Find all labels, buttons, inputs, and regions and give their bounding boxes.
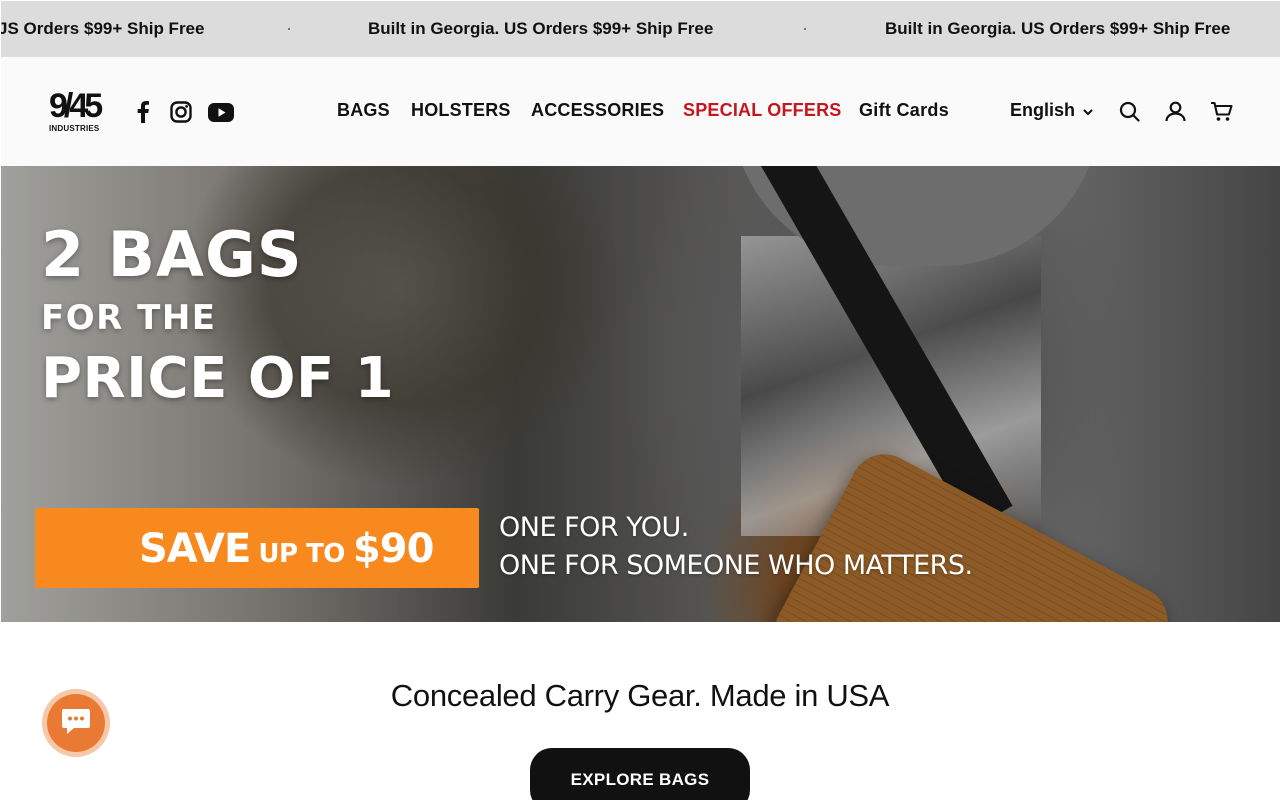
language-selector[interactable]: English	[1010, 100, 1093, 121]
logo-mark: 9/45	[49, 87, 103, 125]
cart-icon[interactable]	[1209, 99, 1233, 123]
hero-tagline-line2: ONE FOR SOMEONE WHO MATTERS.	[499, 550, 973, 581]
facebook-icon[interactable]	[132, 99, 154, 125]
save-upto-label: UP TO	[258, 539, 345, 569]
announcement-text: Built in Georgia. US Orders $99+ Ship Fr…	[885, 19, 1231, 38]
explore-bags-button[interactable]: EXPLORE BAGS	[530, 748, 750, 800]
chat-icon	[61, 707, 91, 740]
announcement-bar: JS Orders $99+ Ship Free Built in Georgi…	[1, 1, 1280, 57]
nav-bags[interactable]: BAGS	[337, 100, 390, 121]
hero-headline-line3: PRICE OF 1	[41, 346, 395, 411]
save-banner: SAVE UP TO $90	[35, 508, 479, 588]
chat-widget-button[interactable]	[42, 689, 110, 757]
search-icon[interactable]	[1117, 99, 1141, 123]
announcement-separator	[288, 28, 290, 30]
nav-accessories[interactable]: ACCESSORIES	[531, 100, 664, 121]
announcement-separator	[804, 28, 806, 30]
nav-holsters[interactable]: HOLSTERS	[411, 100, 511, 121]
hero-banner[interactable]: 2 BAGS FOR THE PRICE OF 1 SAVE UP TO $90…	[1, 166, 1280, 622]
language-label: English	[1010, 100, 1076, 120]
account-icon[interactable]	[1163, 99, 1187, 123]
announcement-text: Built in Georgia. US Orders $99+ Ship Fr…	[368, 19, 714, 38]
instagram-icon[interactable]	[169, 99, 193, 125]
hero-headline-line1: 2 BAGS	[41, 218, 303, 291]
site-logo[interactable]: 9/45 INDUSTRIES	[49, 89, 103, 135]
hero-headline-line2: FOR THE	[41, 298, 217, 338]
announcement-text: JS Orders $99+ Ship Free	[1, 19, 205, 38]
chevron-down-icon	[1083, 100, 1093, 121]
site-header: 9/45 INDUSTRIES BAGS HOLSTERS ACCESSORIE…	[1, 57, 1280, 166]
youtube-icon[interactable]	[207, 99, 235, 125]
hero-tagline-line1: ONE FOR YOU.	[499, 512, 689, 543]
save-label: SAVE	[139, 526, 251, 572]
section-heading: Concealed Carry Gear. Made in USA	[390, 678, 890, 713]
logo-subtext: INDUSTRIES	[49, 124, 100, 133]
nav-special-offers[interactable]: SPECIAL OFFERS	[683, 100, 842, 121]
save-amount: $90	[352, 526, 434, 572]
nav-gift-cards[interactable]: Gift Cards	[859, 100, 949, 121]
